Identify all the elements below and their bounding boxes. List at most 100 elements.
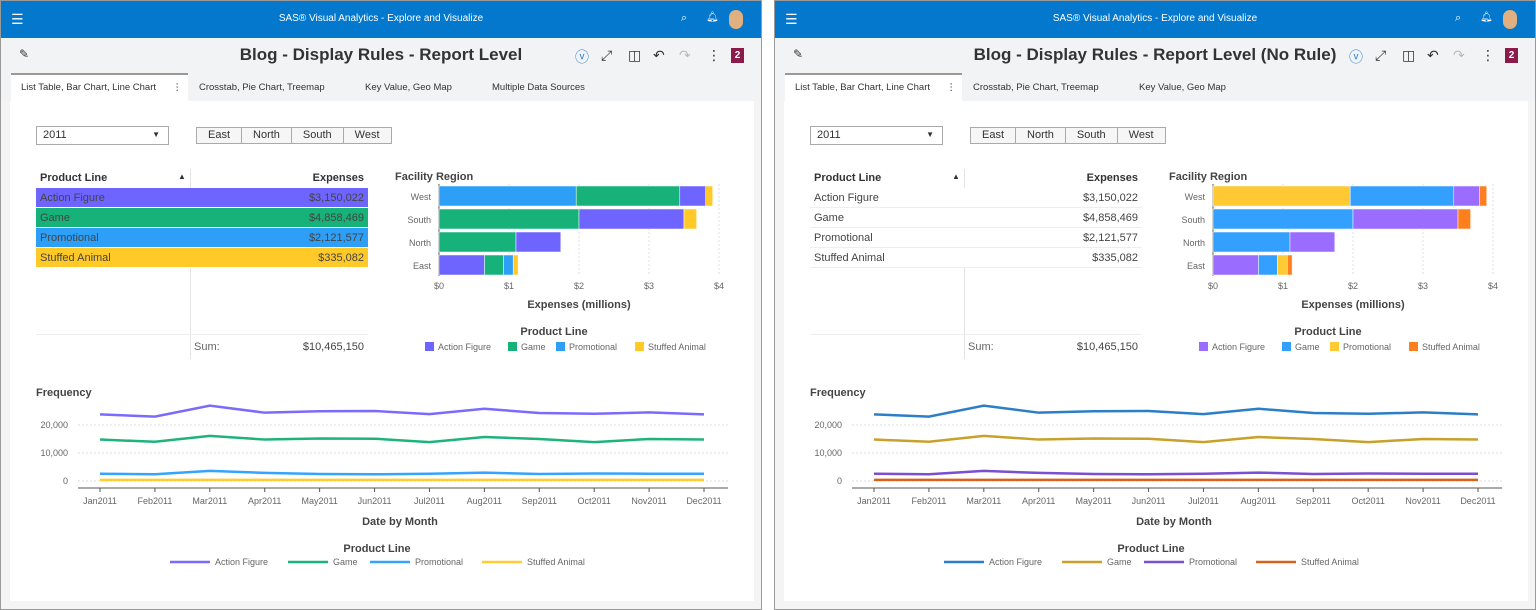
legend-label[interactable]: Game (1295, 342, 1320, 352)
table-row[interactable]: Stuffed Animal $335,082 (810, 248, 1142, 268)
panel-toggle-icon[interactable]: ◫ (1402, 47, 1415, 64)
bar-segment-action-figure[interactable] (1352, 208, 1459, 230)
tab-2[interactable]: Crosstab, Pie Chart, Treemap (963, 73, 1109, 101)
legend-label[interactable]: Promotional (569, 342, 617, 352)
bar-segment-game[interactable] (1258, 254, 1278, 276)
tab-menu-icon[interactable]: ⋮ (947, 75, 957, 101)
bar-segment-action-figure[interactable] (515, 231, 562, 253)
legend-label[interactable]: Game (521, 342, 546, 352)
legend-label[interactable]: Stuffed Animal (1301, 557, 1359, 567)
bar-segment-stuffed-animal[interactable] (1286, 254, 1293, 276)
legend-label[interactable]: Promotional (1189, 557, 1237, 567)
bar-segment-game[interactable] (1212, 231, 1291, 253)
table-row[interactable]: Action Figure $3,150,022 (36, 188, 368, 208)
tab-3[interactable]: Key Value, Geo Map (355, 73, 462, 101)
year-dropdown[interactable]: 2011 ▼ (36, 126, 169, 145)
more-options-icon[interactable]: ⋮ (707, 47, 721, 64)
region-button-north[interactable]: North (242, 128, 292, 143)
bar-segment-game[interactable] (575, 185, 681, 207)
legend-label[interactable]: Promotional (415, 557, 463, 567)
undo-icon[interactable]: ↶ (1427, 47, 1439, 64)
bell-icon[interactable]: 🔔︎ (1480, 12, 1493, 23)
user-avatar[interactable] (1503, 10, 1517, 29)
bar-segment-stuffed-animal[interactable] (512, 254, 519, 276)
tab-1[interactable]: List Table, Bar Chart, Line Chart ⋮ (785, 73, 962, 101)
bar-segment-action-figure[interactable] (578, 208, 685, 230)
line-series-game[interactable] (99, 434, 705, 444)
legend-label[interactable]: Action Figure (1212, 342, 1265, 352)
region-button-west[interactable]: West (1117, 128, 1165, 143)
line-series-promotional[interactable] (99, 469, 704, 476)
legend-label[interactable]: Game (1107, 557, 1132, 567)
search-icon[interactable]: ⌕ (1455, 12, 1461, 25)
tab-1[interactable]: List Table, Bar Chart, Line Chart ⋮ (11, 73, 188, 101)
line-series-promotional[interactable] (873, 469, 1478, 476)
legend-label[interactable]: Action Figure (438, 342, 491, 352)
bar-segment-game[interactable] (438, 231, 517, 253)
bar-segment-action-figure[interactable] (679, 185, 706, 207)
legend-label[interactable]: Game (333, 557, 358, 567)
legend-label[interactable]: Action Figure (215, 557, 268, 567)
region-button-east[interactable]: East (197, 128, 243, 143)
table-row[interactable]: Promotional $2,121,577 (810, 228, 1142, 248)
redo-icon[interactable]: ↷ (1453, 47, 1465, 64)
region-button-east[interactable]: East (971, 128, 1017, 143)
bar-segment-promotional[interactable] (438, 185, 577, 207)
region-button-south[interactable]: South (291, 128, 344, 143)
line-series-action-figure[interactable] (873, 404, 1479, 418)
expand-icon[interactable]: ⤢ (1375, 47, 1386, 64)
tab-4[interactable]: Multiple Data Sources (482, 73, 595, 101)
line-series-action-figure[interactable] (99, 404, 705, 418)
table-row[interactable]: Game $4,858,469 (36, 208, 368, 228)
info-bulb-icon[interactable]: ⓥ (1349, 47, 1363, 67)
panel-toggle-icon[interactable]: ◫ (628, 47, 641, 64)
undo-icon[interactable]: ↶ (653, 47, 665, 64)
notification-badge[interactable]: 2 (1505, 48, 1518, 63)
bar-segment-stuffed-animal[interactable] (1457, 208, 1471, 230)
region-button-north[interactable]: North (1016, 128, 1066, 143)
bar-segment-promotional[interactable] (1212, 185, 1351, 207)
bar-segment-action-figure[interactable] (1289, 231, 1336, 253)
table-row[interactable]: Game $4,858,469 (810, 208, 1142, 228)
bar-segment-stuffed-animal[interactable] (1479, 185, 1487, 207)
bar-segment-promotional[interactable] (503, 254, 514, 276)
legend-label[interactable]: Stuffed Animal (1422, 342, 1480, 352)
legend-label[interactable]: Stuffed Animal (648, 342, 706, 352)
search-icon[interactable]: ⌕ (681, 12, 687, 25)
table-row[interactable]: Promotional $2,121,577 (36, 228, 368, 248)
region-button-south[interactable]: South (1065, 128, 1118, 143)
bell-icon[interactable]: 🔔︎ (706, 12, 719, 23)
legend-label[interactable]: Stuffed Animal (527, 557, 585, 567)
info-bulb-icon[interactable]: ⓥ (575, 47, 589, 67)
tab-menu-icon[interactable]: ⋮ (173, 75, 183, 101)
header-expenses[interactable]: Expenses (1087, 172, 1138, 184)
bar-segment-action-figure[interactable] (1453, 185, 1480, 207)
sort-ascending-icon[interactable]: ▲ (178, 172, 186, 181)
bar-segment-game[interactable] (1349, 185, 1455, 207)
redo-icon[interactable]: ↷ (679, 47, 691, 64)
bar-segment-action-figure[interactable] (1212, 254, 1259, 276)
header-expenses[interactable]: Expenses (313, 172, 364, 184)
bar-segment-action-figure[interactable] (438, 254, 485, 276)
expand-icon[interactable]: ⤢ (601, 47, 612, 64)
notification-badge[interactable]: 2 (731, 48, 744, 63)
line-series-game[interactable] (873, 434, 1479, 444)
table-row[interactable]: Action Figure $3,150,022 (810, 188, 1142, 208)
tab-3[interactable]: Key Value, Geo Map (1129, 73, 1236, 101)
tab-2[interactable]: Crosstab, Pie Chart, Treemap (189, 73, 335, 101)
bar-segment-game[interactable] (1212, 208, 1354, 230)
legend-label[interactable]: Promotional (1343, 342, 1391, 352)
year-dropdown[interactable]: 2011 ▼ (810, 126, 943, 145)
more-options-icon[interactable]: ⋮ (1481, 47, 1495, 64)
bar-segment-stuffed-animal[interactable] (683, 208, 697, 230)
bar-segment-game[interactable] (484, 254, 504, 276)
table-row[interactable]: Stuffed Animal $335,082 (36, 248, 368, 268)
header-product-line[interactable]: Product Line (40, 172, 107, 184)
region-button-west[interactable]: West (343, 128, 391, 143)
sort-ascending-icon[interactable]: ▲ (952, 172, 960, 181)
header-product-line[interactable]: Product Line (814, 172, 881, 184)
bar-segment-game[interactable] (438, 208, 580, 230)
bar-segment-stuffed-animal[interactable] (705, 185, 713, 207)
bar-segment-promotional[interactable] (1277, 254, 1288, 276)
legend-label[interactable]: Action Figure (989, 557, 1042, 567)
